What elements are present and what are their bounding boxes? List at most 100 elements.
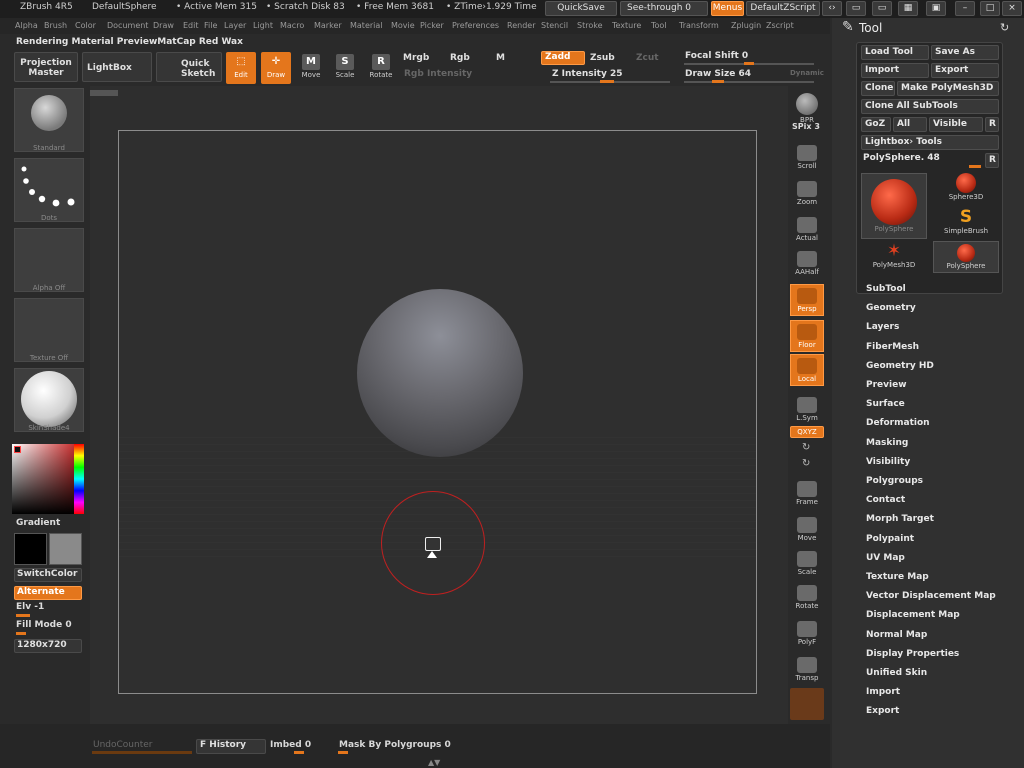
- scale-button[interactable]: Scale: [790, 548, 824, 580]
- palette-reset-icon[interactable]: ↻: [1000, 21, 1009, 34]
- draw-size-track[interactable]: [684, 81, 814, 83]
- subpalette-unified-skin[interactable]: Unified Skin: [866, 668, 927, 678]
- menu-edit[interactable]: Edit: [183, 21, 199, 30]
- menu-alpha[interactable]: Alpha: [15, 21, 38, 30]
- rotate-button[interactable]: Rotate: [790, 582, 824, 614]
- export-button[interactable]: Export: [931, 63, 999, 78]
- undo-counter-slider[interactable]: UndoCounter: [93, 740, 152, 750]
- subpalette-preview[interactable]: Preview: [866, 380, 907, 390]
- maximize-icon[interactable]: □: [980, 1, 1000, 16]
- rotate-axis-icon[interactable]: ↻: [802, 458, 810, 469]
- focal-shift-slider[interactable]: Focal Shift 0: [685, 51, 748, 61]
- subpalette-fibermesh[interactable]: FiberMesh: [866, 342, 919, 352]
- subpalette-polygroups[interactable]: Polygroups: [866, 476, 923, 486]
- goz-r-button[interactable]: R: [985, 117, 999, 132]
- lock-icon[interactable]: ▣: [926, 1, 946, 16]
- stroke-selector[interactable]: Dots: [14, 158, 84, 222]
- scroll-button[interactable]: Scroll: [790, 142, 824, 174]
- move-button[interactable]: Move: [790, 514, 824, 546]
- subpalette-export[interactable]: Export: [866, 706, 899, 716]
- close-icon[interactable]: ×: [1002, 1, 1022, 16]
- current-tool-r-button[interactable]: R: [985, 153, 999, 168]
- zcut-button[interactable]: Zcut: [636, 53, 659, 63]
- mask-by-polygroups-slider[interactable]: Mask By Polygroups 0: [339, 740, 451, 750]
- mrgb-button[interactable]: Mrgb: [403, 53, 429, 63]
- zsub-button[interactable]: Zsub: [590, 53, 615, 63]
- move-button[interactable]: M Move: [296, 52, 326, 84]
- subpalette-normal-map[interactable]: Normal Map: [866, 630, 927, 640]
- subpalette-texture-map[interactable]: Texture Map: [866, 572, 929, 582]
- default-zscript-button[interactable]: DefaultZScript: [746, 1, 820, 16]
- switchcolor-button[interactable]: SwitchColor: [14, 568, 82, 582]
- texture-selector[interactable]: Texture Off: [14, 298, 84, 362]
- canvas-scroll-handle[interactable]: [90, 90, 118, 96]
- m-button[interactable]: M: [496, 53, 505, 63]
- subpalette-morph-target[interactable]: Morph Target: [866, 514, 934, 524]
- scale-button[interactable]: S Scale: [330, 52, 360, 84]
- goz-visible-button[interactable]: Visible: [929, 117, 983, 132]
- subpalette-surface[interactable]: Surface: [866, 399, 905, 409]
- frame-button[interactable]: Frame: [790, 478, 824, 510]
- floor-button[interactable]: Floor: [790, 320, 824, 352]
- hue-strip[interactable]: [74, 444, 84, 514]
- subpalette-deformation[interactable]: Deformation: [866, 418, 930, 428]
- alternate-button[interactable]: Alternate: [14, 586, 82, 600]
- persp-button[interactable]: Persp: [790, 284, 824, 316]
- tray-expand-icon[interactable]: ▲▼: [428, 758, 440, 767]
- document-canvas[interactable]: [118, 130, 757, 694]
- subpalette-polypaint[interactable]: Polypaint: [866, 534, 914, 544]
- menu-material[interactable]: Material: [350, 21, 383, 30]
- dynamic-button[interactable]: Dynamic: [790, 69, 824, 77]
- l-sym-button[interactable]: L.Sym: [790, 394, 824, 426]
- menu-light[interactable]: Light: [253, 21, 273, 30]
- menu-macro[interactable]: Macro: [280, 21, 304, 30]
- subpalette-layers[interactable]: Layers: [866, 322, 899, 332]
- menu-layer[interactable]: Layer: [224, 21, 246, 30]
- subpalette-display-properties[interactable]: Display Properties: [866, 649, 959, 659]
- subpalette-import[interactable]: Import: [866, 687, 900, 697]
- document-size-button[interactable]: 1280x720: [14, 639, 82, 653]
- subpalette-visibility[interactable]: Visibility: [866, 457, 910, 467]
- menu-render[interactable]: Render: [507, 21, 535, 30]
- menu-picker[interactable]: Picker: [420, 21, 444, 30]
- main-color-swatch[interactable]: [14, 533, 47, 565]
- subpalette-geometry-hd[interactable]: Geometry HD: [866, 361, 934, 371]
- menu-movie[interactable]: Movie: [391, 21, 415, 30]
- local-button[interactable]: Local: [790, 354, 824, 386]
- tool-thumb-polysphere[interactable]: PolySphere: [933, 241, 999, 273]
- menus-button[interactable]: Menus: [711, 1, 744, 16]
- aahalf-button[interactable]: AAHalf: [790, 248, 824, 280]
- polyf-button[interactable]: PolyF: [790, 618, 824, 650]
- bpr-button[interactable]: BPR: [790, 90, 824, 124]
- clone-all-subtools-button[interactable]: Clone All SubTools: [861, 99, 999, 114]
- menu-brush[interactable]: Brush: [44, 21, 67, 30]
- see-through-slider[interactable]: See-through 0: [620, 1, 708, 16]
- subpalette-contact[interactable]: Contact: [866, 495, 905, 505]
- gradient-label[interactable]: Gradient: [16, 518, 60, 528]
- import-button[interactable]: Import: [861, 63, 929, 78]
- menu-color[interactable]: Color: [75, 21, 96, 30]
- goz-button[interactable]: GoZ: [861, 117, 891, 132]
- z-intensity-slider[interactable]: Z Intensity 25: [552, 69, 623, 79]
- layout-icon[interactable]: ▭: [846, 1, 866, 16]
- tool-thumb-simplebrush[interactable]: S SimpleBrush: [933, 207, 999, 239]
- subpalette-subtool[interactable]: SubTool: [866, 284, 906, 294]
- subpalette-geometry[interactable]: Geometry: [866, 303, 916, 313]
- rotate-axis-icon[interactable]: ↻: [802, 442, 810, 453]
- elv-slider[interactable]: Elv -1: [16, 602, 44, 612]
- imbed-slider[interactable]: Imbed 0: [270, 740, 311, 750]
- transp-button[interactable]: Transp: [790, 654, 824, 686]
- lightbox-tools-button[interactable]: Lightbox› Tools: [861, 135, 999, 150]
- zoom-button[interactable]: Zoom: [790, 178, 824, 210]
- menu-stencil[interactable]: Stencil: [541, 21, 568, 30]
- menu-preferences[interactable]: Preferences: [452, 21, 499, 30]
- goz-all-button[interactable]: All: [893, 117, 927, 132]
- menu-zscript[interactable]: Zscript: [766, 21, 794, 30]
- minimize-icon[interactable]: –: [955, 1, 975, 16]
- menu-transform[interactable]: Transform: [679, 21, 719, 30]
- zadd-button[interactable]: Zadd: [541, 51, 585, 65]
- subpalette-uv-map[interactable]: UV Map: [866, 553, 905, 563]
- layout-alt-icon[interactable]: ▭: [872, 1, 892, 16]
- menu-draw[interactable]: Draw: [153, 21, 174, 30]
- draw-button[interactable]: ✛ Draw: [261, 52, 291, 84]
